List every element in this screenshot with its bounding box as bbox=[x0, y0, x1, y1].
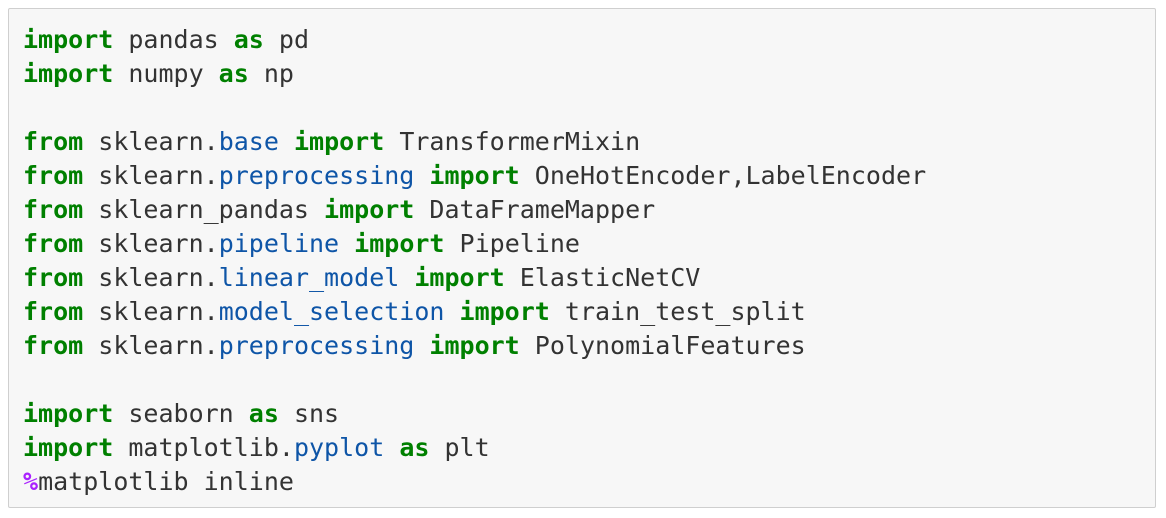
text-token: train_test_split bbox=[549, 297, 806, 326]
text-token: seaborn bbox=[113, 399, 249, 428]
text-token: DataFrameMapper bbox=[414, 195, 656, 224]
code-line: from sklearn.pipeline import Pipeline bbox=[23, 227, 926, 261]
module-token: preprocessing bbox=[218, 331, 415, 360]
module-token: linear_model bbox=[218, 263, 400, 292]
code-line: from sklearn.model_selection import trai… bbox=[23, 295, 926, 329]
module-token: model_selection bbox=[218, 297, 445, 326]
keyword-token: as bbox=[218, 59, 249, 88]
keyword-token: from bbox=[23, 263, 84, 292]
text-token: np bbox=[248, 59, 294, 88]
code-line: import numpy as np bbox=[23, 57, 926, 91]
text-token: TransformerMixin bbox=[384, 127, 641, 156]
keyword-token: import bbox=[293, 127, 385, 156]
text-token: sklearn. bbox=[83, 263, 219, 292]
text-token: sns bbox=[278, 399, 340, 428]
code-cell[interactable]: import pandas as pdimport numpy as np​fr… bbox=[8, 8, 1156, 508]
keyword-token: import bbox=[414, 263, 505, 292]
text-token: ElasticNetCV bbox=[504, 263, 701, 292]
code-line: ​ bbox=[23, 363, 926, 397]
magic-token: % bbox=[23, 467, 39, 496]
code-line: from sklearn.preprocessing import OneHot… bbox=[23, 159, 926, 193]
text-token: sklearn. bbox=[83, 229, 219, 258]
module-token: pipeline bbox=[218, 229, 340, 258]
text-token: plt bbox=[429, 433, 490, 462]
text-token: sklearn. bbox=[83, 161, 219, 190]
text-token: pandas bbox=[113, 25, 234, 54]
keyword-token: as bbox=[248, 399, 279, 428]
text-token: numpy bbox=[113, 59, 219, 88]
keyword-token: from bbox=[23, 297, 84, 326]
text-token: matplotlib. bbox=[113, 433, 294, 462]
keyword-token: from bbox=[23, 161, 84, 190]
keyword-token: as bbox=[233, 25, 264, 54]
text-token: PolynomialFeatures bbox=[519, 331, 806, 360]
code-editor[interactable]: import pandas as pdimport numpy as np​fr… bbox=[23, 23, 926, 499]
code-line: %matplotlib inline bbox=[23, 465, 926, 499]
text-token: matplotlib inline bbox=[38, 467, 294, 496]
keyword-token: import bbox=[429, 161, 520, 190]
code-line: import matplotlib.pyplot as plt bbox=[23, 431, 926, 465]
text-token: pd bbox=[263, 25, 309, 54]
code-line: from sklearn_pandas import DataFrameMapp… bbox=[23, 193, 926, 227]
text-token: sklearn. bbox=[83, 331, 219, 360]
code-line: from sklearn.preprocessing import Polyno… bbox=[23, 329, 926, 363]
text-token: sklearn. bbox=[83, 127, 219, 156]
keyword-token: import bbox=[23, 59, 114, 88]
keyword-token: import bbox=[23, 399, 114, 428]
text-token: Pipeline bbox=[444, 229, 580, 258]
text-token: sklearn_pandas bbox=[83, 195, 325, 224]
keyword-token: import bbox=[459, 297, 550, 326]
text-token: sklearn. bbox=[83, 297, 219, 326]
code-line: import seaborn as sns bbox=[23, 397, 926, 431]
code-line: from sklearn.linear_model import Elastic… bbox=[23, 261, 926, 295]
keyword-token: import bbox=[324, 195, 415, 224]
keyword-token: import bbox=[23, 25, 114, 54]
code-line: import pandas as pd bbox=[23, 23, 926, 57]
module-token: base bbox=[218, 127, 279, 156]
keyword-token: from bbox=[23, 195, 84, 224]
module-token: pyplot bbox=[293, 433, 385, 462]
keyword-token: import bbox=[23, 433, 114, 462]
code-line: from sklearn.base import TransformerMixi… bbox=[23, 125, 926, 159]
keyword-token: import bbox=[354, 229, 445, 258]
text-token: OneHotEncoder,LabelEncoder bbox=[519, 161, 927, 190]
keyword-token: import bbox=[429, 331, 520, 360]
keyword-token: from bbox=[23, 229, 84, 258]
module-token: preprocessing bbox=[218, 161, 415, 190]
keyword-token: from bbox=[23, 331, 84, 360]
keyword-token: as bbox=[399, 433, 430, 462]
code-line: ​ bbox=[23, 91, 926, 125]
keyword-token: from bbox=[23, 127, 84, 156]
